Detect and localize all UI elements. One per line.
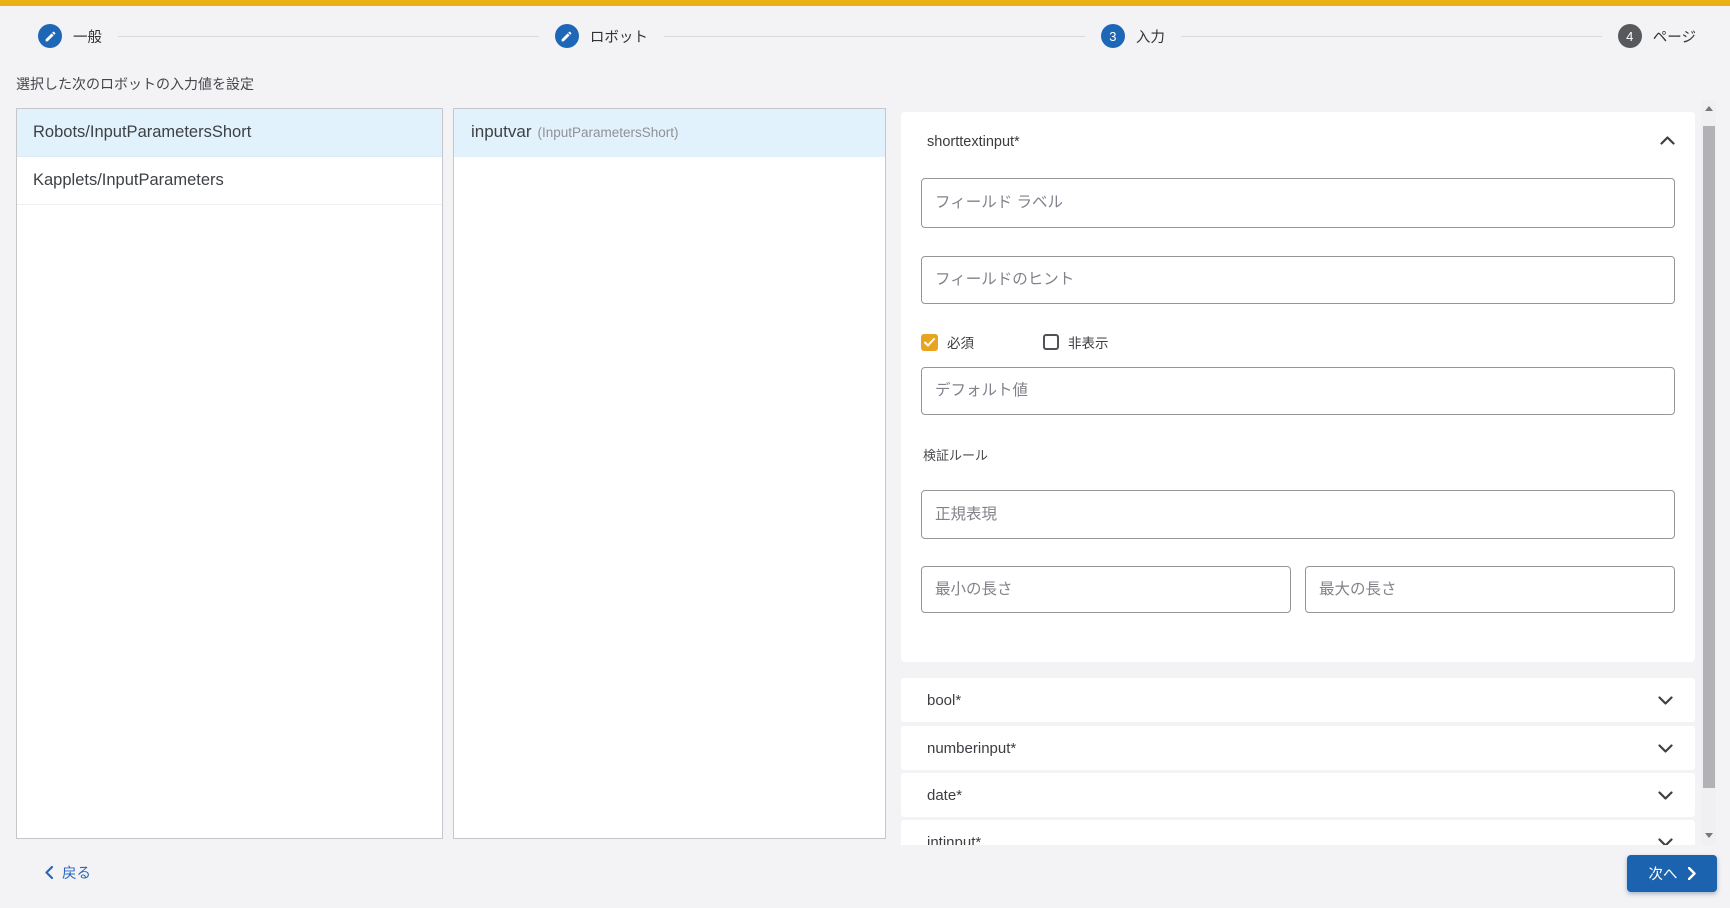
stepper-connector [1180, 35, 1602, 37]
back-button-label: 戻る [62, 866, 91, 882]
chevron-down-icon [1658, 837, 1673, 845]
chevron-right-icon [1687, 867, 1696, 880]
robot-item-label: Kapplets/InputParameters [33, 171, 224, 189]
stepper-connector [663, 35, 1085, 37]
page-instruction: 選択した次のロボットの入力値を設定 [16, 76, 254, 92]
check-icon [924, 337, 935, 346]
validation-rules-label: 検証ルール [923, 448, 989, 463]
step-general-label: 一般 [73, 29, 102, 46]
chevron-up-icon [1660, 136, 1675, 145]
hidden-checkbox[interactable] [1043, 334, 1059, 350]
robot-list-panel: Robots/InputParametersShort Kapplets/Inp… [16, 108, 443, 839]
step-pages: 4 ページ [1617, 24, 1696, 48]
step-number-badge: 4 [1617, 24, 1642, 48]
next-button-label: 次へ [1648, 867, 1678, 883]
section-title: bool* [927, 691, 962, 709]
input-settings-scroll-area: shorttextinput* 必須 非表示 検証ルール [901, 100, 1695, 845]
back-button[interactable]: 戻る [45, 862, 91, 883]
step-number-badge: 3 [1100, 24, 1125, 48]
stepper-connector [118, 35, 539, 37]
variable-name: inputvar [471, 122, 532, 141]
triangle-down-icon [1704, 833, 1713, 838]
next-button[interactable]: 次へ [1627, 855, 1717, 892]
step-robots-label: ロボット [589, 29, 648, 46]
variable-list-panel: inputvar (InputParametersShort) [453, 108, 886, 839]
step-general[interactable]: 一般 [38, 24, 102, 48]
min-length-input[interactable] [921, 566, 1291, 613]
robot-item-label: Robots/InputParametersShort [33, 123, 252, 141]
section-bool-header[interactable]: bool* [901, 678, 1695, 722]
list-item-robot[interactable]: Robots/InputParametersShort [17, 109, 442, 157]
field-hint-input[interactable] [921, 256, 1675, 304]
max-length-input[interactable] [1305, 566, 1675, 613]
default-value-input[interactable] [921, 367, 1675, 415]
required-checkbox[interactable] [921, 333, 938, 351]
list-item-robot[interactable]: Kapplets/InputParameters [17, 157, 442, 205]
variable-type: (InputParametersShort) [537, 125, 679, 140]
scroll-down-button[interactable] [1701, 827, 1716, 843]
chevron-down-icon [1658, 743, 1673, 753]
edit-icon [38, 24, 62, 48]
edit-icon [554, 24, 579, 48]
step-pages-label: ページ [1652, 29, 1696, 46]
vertical-scrollbar[interactable] [1701, 100, 1716, 845]
collapse-section-toggle[interactable] [1660, 136, 1675, 145]
section-intinput-header[interactable]: intinput* [901, 820, 1695, 845]
hidden-checkbox-label: 非表示 [1068, 336, 1109, 351]
section-numberinput-header[interactable]: numberinput* [901, 726, 1695, 770]
scroll-up-button[interactable] [1701, 100, 1716, 116]
step-input-label: 入力 [1135, 29, 1165, 46]
chevron-left-icon [45, 866, 53, 879]
section-title: numberinput* [927, 739, 1017, 757]
list-item-variable[interactable]: inputvar (InputParametersShort) [454, 109, 885, 157]
step-robots[interactable]: ロボット [554, 24, 648, 48]
regex-input[interactable] [921, 490, 1675, 539]
section-title: intinput* [927, 833, 982, 846]
chevron-down-icon [1658, 695, 1673, 705]
field-label-input[interactable] [921, 178, 1675, 228]
triangle-up-icon [1704, 106, 1713, 111]
required-checkbox-label: 必須 [947, 336, 974, 351]
top-accent-bar [0, 0, 1730, 6]
wizard-stepper: 一般 ロボット 3 入力 4 ページ [38, 22, 1696, 50]
section-title: shorttextinput* [927, 134, 1020, 150]
checkbox-row: 必須 非表示 [921, 333, 1109, 351]
chevron-down-icon [1658, 790, 1673, 800]
section-title: date* [927, 786, 963, 804]
section-shorttextinput: shorttextinput* 必須 非表示 検証ルール [901, 112, 1695, 662]
scrollbar-thumb[interactable] [1703, 126, 1715, 788]
step-input-active: 3 入力 [1100, 24, 1165, 48]
section-date-header[interactable]: date* [901, 773, 1695, 817]
